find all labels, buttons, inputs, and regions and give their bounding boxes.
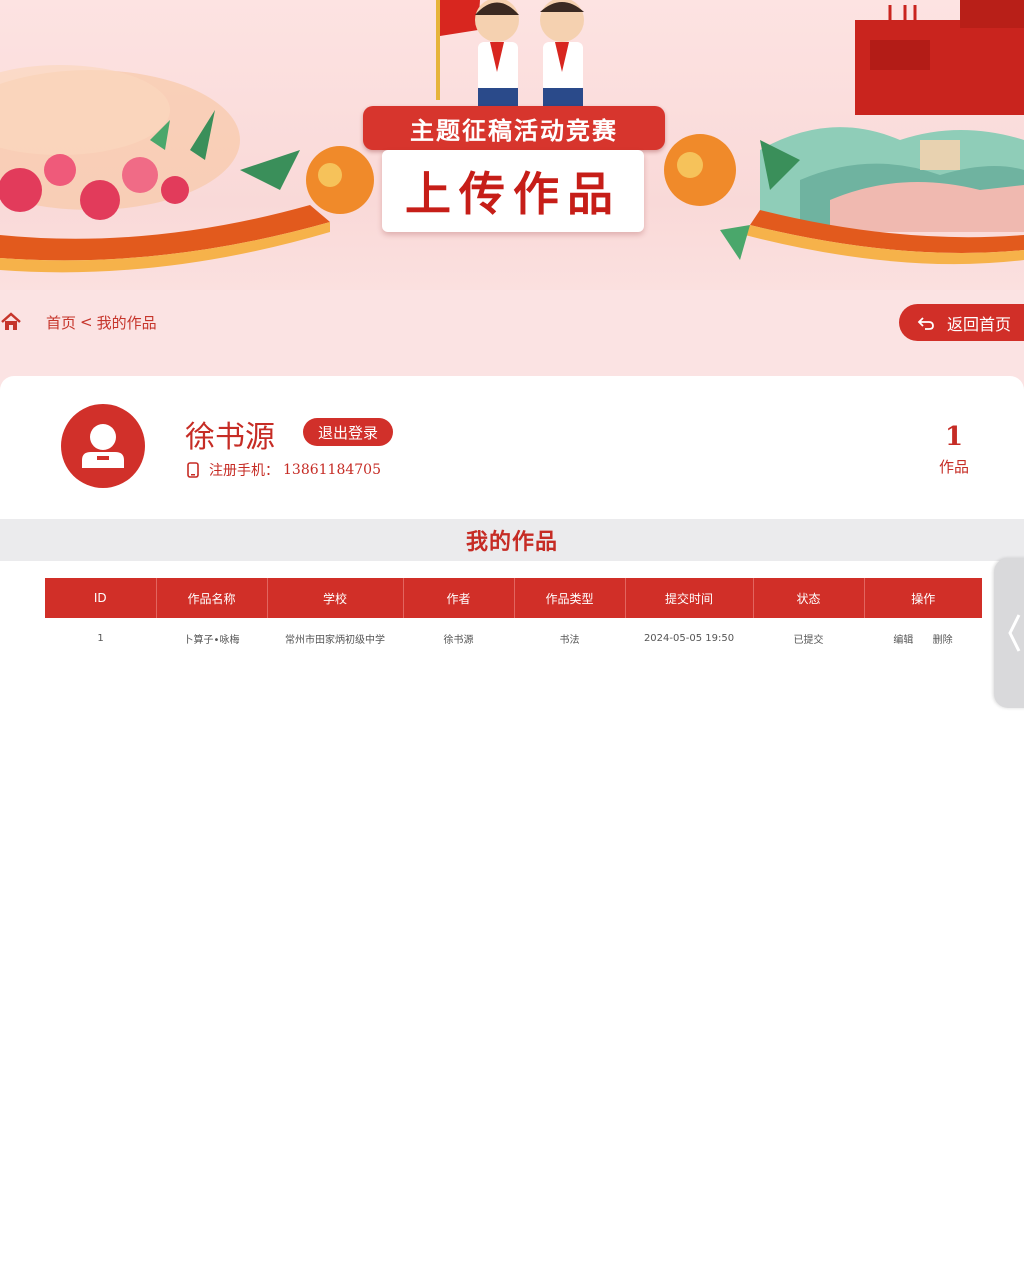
breadcrumb-home[interactable]: 首页 bbox=[46, 312, 76, 333]
breadcrumb-current: 我的作品 bbox=[96, 313, 157, 332]
breadcrumb: 首页 < 我的作品 bbox=[0, 305, 157, 339]
banner-title: 上传作品 bbox=[382, 150, 644, 232]
side-drawer-handle[interactable] bbox=[994, 558, 1024, 708]
cell-actions: 编辑 删除 bbox=[864, 618, 982, 658]
phone-icon bbox=[187, 462, 199, 478]
phone-label: 注册手机： bbox=[209, 463, 279, 479]
main-card: 徐书源 退出登录 注册手机： 13861184705 1 作品 我的作品 ID … bbox=[0, 376, 1024, 1283]
delete-button[interactable]: 删除 bbox=[933, 635, 953, 646]
cell-time: 2024-05-05 19:50 bbox=[643, 632, 735, 644]
column-header: 作品类型 bbox=[514, 578, 626, 618]
column-header: 提交时间 bbox=[625, 578, 754, 618]
column-header: 作品名称 bbox=[156, 578, 268, 618]
phone-row: 注册手机： 13861184705 bbox=[187, 460, 381, 480]
banner-subtitle: 主题征稿活动竞赛 bbox=[363, 106, 665, 150]
section-title: 我的作品 bbox=[0, 519, 1024, 561]
edit-button[interactable]: 编辑 bbox=[893, 635, 913, 646]
cell-author: 徐书源 bbox=[443, 634, 474, 646]
column-header: 学校 bbox=[267, 578, 404, 618]
works-count: 1 bbox=[944, 422, 964, 452]
cell-status: 已提交 bbox=[793, 634, 824, 646]
cell-id: 1 bbox=[97, 632, 104, 644]
chevron-left-icon bbox=[1008, 614, 1021, 652]
table-header-row: ID 作品名称 学校 作者 作品类型 提交时间 状态 操作 bbox=[45, 578, 982, 618]
column-header: 操作 bbox=[864, 578, 982, 618]
cell-school: 常州市田家炳初级中学 bbox=[285, 634, 385, 646]
cell-type: 书法 bbox=[559, 634, 580, 646]
home-icon[interactable] bbox=[0, 311, 22, 333]
back-home-button[interactable]: 返回首页 bbox=[899, 304, 1024, 341]
cell-name: 卜算子•咏梅 bbox=[183, 634, 240, 646]
logout-button[interactable]: 退出登录 bbox=[303, 418, 393, 446]
breadcrumb-separator: < bbox=[80, 313, 93, 331]
user-avatar-icon bbox=[61, 404, 145, 488]
back-home-label: 返回首页 bbox=[947, 314, 1012, 334]
column-header: 状态 bbox=[753, 578, 865, 618]
table-row: 1 卜算子•咏梅 常州市田家炳初级中学 徐书源 书法 2024-05-05 19… bbox=[45, 618, 982, 658]
back-arrow-icon bbox=[917, 316, 934, 330]
column-header: 作者 bbox=[403, 578, 515, 618]
banner: 主题征稿活动竞赛 上传作品 bbox=[0, 0, 1024, 290]
column-header: ID bbox=[45, 578, 157, 618]
user-name: 徐书源 bbox=[185, 420, 275, 455]
phone-number: 13861184705 bbox=[283, 462, 381, 478]
works-table: ID 作品名称 学校 作者 作品类型 提交时间 状态 操作 1 卜算子•咏梅 常… bbox=[45, 578, 982, 658]
works-count-label: 作品 bbox=[938, 458, 969, 476]
